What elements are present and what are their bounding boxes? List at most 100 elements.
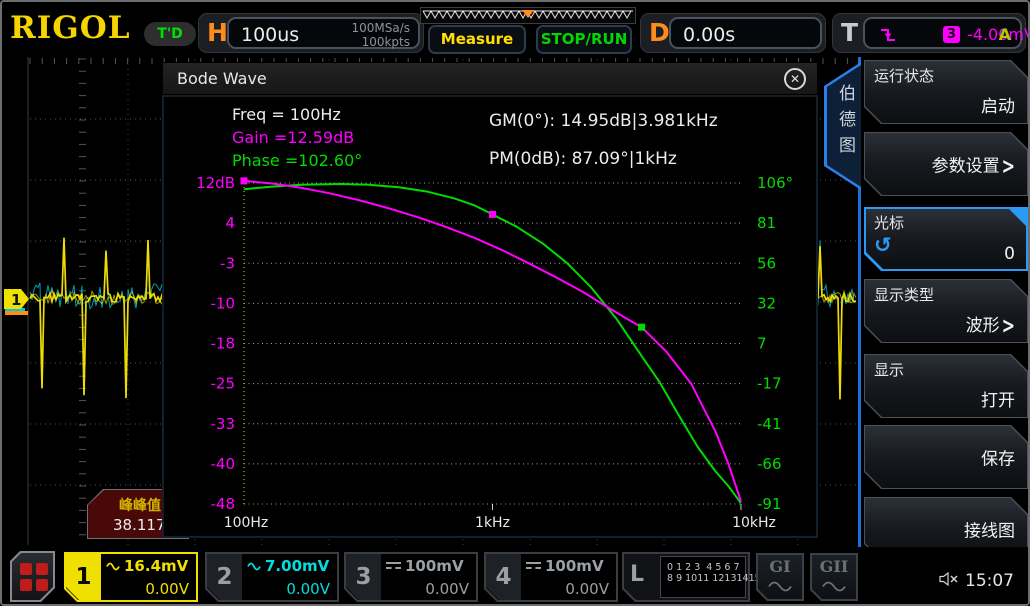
- menu-item-display-type[interactable]: 显示类型 波形>: [864, 279, 1028, 343]
- stop-run-button[interactable]: STOP/RUN: [536, 25, 632, 54]
- ac-coupling-icon: [106, 557, 120, 575]
- svg-text:-3: -3: [220, 254, 235, 272]
- close-icon[interactable]: ✕: [784, 68, 806, 90]
- svg-text:56: 56: [757, 254, 776, 272]
- channel-offset: 0.00V: [565, 580, 609, 598]
- bode-chart: 12dB106°481-356-1032-187-25-17-33-41-40-…: [164, 97, 816, 538]
- svg-text:106°: 106°: [757, 174, 793, 192]
- trigger-display: 3 -4.00mV A: [863, 17, 1022, 49]
- bode-wave-dialog: Bode Wave ✕ Freq = 100Hz Gain =12.59dB P…: [162, 62, 818, 538]
- channel-3-button[interactable]: 3 100mV 0.00V: [344, 552, 478, 602]
- top-bar: RIGOL T'D H 100us 100MSa/s 100kpts Measu…: [2, 2, 1028, 57]
- rigol-logo: RIGOL: [10, 10, 131, 46]
- svg-text:-66: -66: [757, 455, 782, 473]
- menu-label: 运行状态: [874, 65, 934, 86]
- delay-value: 0.00s: [683, 24, 735, 46]
- svg-text:-25: -25: [211, 375, 236, 393]
- dialog-title-bar[interactable]: Bode Wave ✕: [162, 62, 818, 95]
- svg-text:100Hz: 100Hz: [224, 515, 269, 531]
- memory-depth: 100kpts: [351, 35, 410, 49]
- chevron-right-icon: >: [1002, 153, 1015, 180]
- menu-item-param-setup[interactable]: 参数设置>: [864, 132, 1028, 196]
- channel-4-button[interactable]: 4 100mV 0.00V: [484, 552, 618, 602]
- menu-item-cursor[interactable]: 光标 ↺ 0: [864, 207, 1028, 271]
- menu-item-save[interactable]: 保存: [864, 425, 1028, 489]
- svg-text:12dB: 12dB: [196, 174, 235, 192]
- channel-2-button[interactable]: 2 7.00mV 0.00V: [205, 552, 339, 602]
- svg-text:-10: -10: [211, 294, 236, 312]
- dialog-body: Freq = 100Hz Gain =12.59dB Phase =102.60…: [162, 95, 818, 538]
- channel-offset: 0.00V: [425, 580, 469, 598]
- generator-1-button[interactable]: GI: [756, 553, 804, 601]
- menu-grid-button[interactable]: [10, 551, 55, 602]
- generator-2-label: GII: [810, 557, 858, 576]
- sine-icon: [822, 577, 846, 596]
- bottom-bar: 1 16.4mV 0.00V 2 7.00mV 0.00V 3 100mV 0.…: [2, 547, 1028, 606]
- time-display: 15:07: [965, 571, 1014, 591]
- chevron-right-icon: >: [1002, 312, 1015, 339]
- tab-bode-diagram[interactable]: 伯德图: [824, 62, 861, 190]
- menu-value: 参数设置: [932, 157, 1000, 177]
- dialog-title: Bode Wave: [177, 69, 267, 88]
- timebase-value: 100us: [241, 24, 299, 46]
- delay-display: 0.00s: [669, 17, 822, 49]
- svg-text:10kHz: 10kHz: [732, 515, 776, 531]
- tab-label: 伯德图: [833, 84, 858, 162]
- svg-text:1kHz: 1kHz: [475, 515, 510, 531]
- menu-label: 显示: [874, 359, 904, 380]
- logic-channel-numbers: 0 1 2 3 4 5 6 78 9 1011 12131415: [660, 556, 746, 598]
- speaker-muted-icon: [939, 571, 959, 591]
- svg-text:4: 4: [225, 214, 235, 232]
- generator-1-label: GI: [756, 557, 804, 576]
- dc-coupling-icon: [526, 562, 541, 571]
- svg-text:-40: -40: [211, 455, 236, 473]
- menu-value: 0: [1004, 244, 1015, 264]
- menu-value: 接线图: [964, 517, 1015, 542]
- trigger-status-badge: T'D: [144, 22, 196, 46]
- channel1-marker[interactable]: 1: [2, 282, 32, 318]
- channel-scale: 100mV: [405, 557, 464, 575]
- svg-text:-41: -41: [757, 415, 782, 433]
- svg-text:7: 7: [757, 335, 767, 353]
- menu-label: 光标: [874, 212, 904, 233]
- sample-rate: 100MSa/s: [351, 21, 410, 35]
- menu-value: 保存: [981, 445, 1015, 470]
- menu-value: 波形: [966, 316, 1000, 336]
- menu-value: 启动: [981, 92, 1015, 117]
- timebase-display: 100us 100MSa/s 100kpts: [227, 17, 420, 49]
- svg-text:-91: -91: [757, 495, 782, 513]
- channel-1-button[interactable]: 1 16.4mV 0.00V: [64, 552, 198, 602]
- channel-offset: 0.00V: [145, 580, 189, 598]
- generator-2-button[interactable]: GII: [810, 553, 858, 601]
- svg-text:-48: -48: [211, 495, 236, 513]
- dc-coupling-icon: [386, 562, 401, 571]
- falling-edge-icon: [879, 26, 897, 48]
- channel-scale: 100mV: [545, 557, 604, 575]
- rotate-icon: ↺: [874, 233, 892, 257]
- delay-group[interactable]: D 0.00s: [640, 13, 826, 53]
- logic-label: L: [630, 562, 644, 587]
- menu-grid-icon: [20, 563, 48, 591]
- trigger-mode: A: [999, 25, 1011, 44]
- measure-button[interactable]: Measure: [428, 25, 526, 54]
- ac-coupling-icon: [247, 557, 261, 575]
- channel-scale: 16.4mV: [124, 557, 188, 575]
- clock-area: 15:07: [939, 571, 1014, 591]
- menu-label: 显示类型: [874, 284, 934, 305]
- horizontal-group[interactable]: H 100us 100MSa/s 100kpts: [198, 13, 424, 53]
- svg-text:81: 81: [757, 214, 776, 232]
- svg-text:-33: -33: [211, 415, 236, 433]
- sine-icon: [768, 577, 792, 596]
- waveform-preview-strip[interactable]: [420, 7, 636, 24]
- svg-text:-18: -18: [211, 335, 236, 353]
- preview-zigzag-icon: [421, 8, 635, 23]
- trigger-source-badge: 3: [943, 26, 960, 43]
- menu-value: 打开: [981, 386, 1015, 411]
- svg-text:32: 32: [757, 294, 776, 312]
- trigger-group[interactable]: T 3 -4.00mV A: [832, 13, 1026, 53]
- channel-scale: 7.00mV: [265, 557, 329, 575]
- menu-item-display[interactable]: 显示 打开: [864, 354, 1028, 418]
- trigger-label: T: [841, 18, 858, 47]
- menu-item-run-state[interactable]: 运行状态 启动: [864, 60, 1028, 124]
- logic-channels-button[interactable]: L 0 1 2 3 4 5 6 78 9 1011 12131415: [622, 552, 750, 602]
